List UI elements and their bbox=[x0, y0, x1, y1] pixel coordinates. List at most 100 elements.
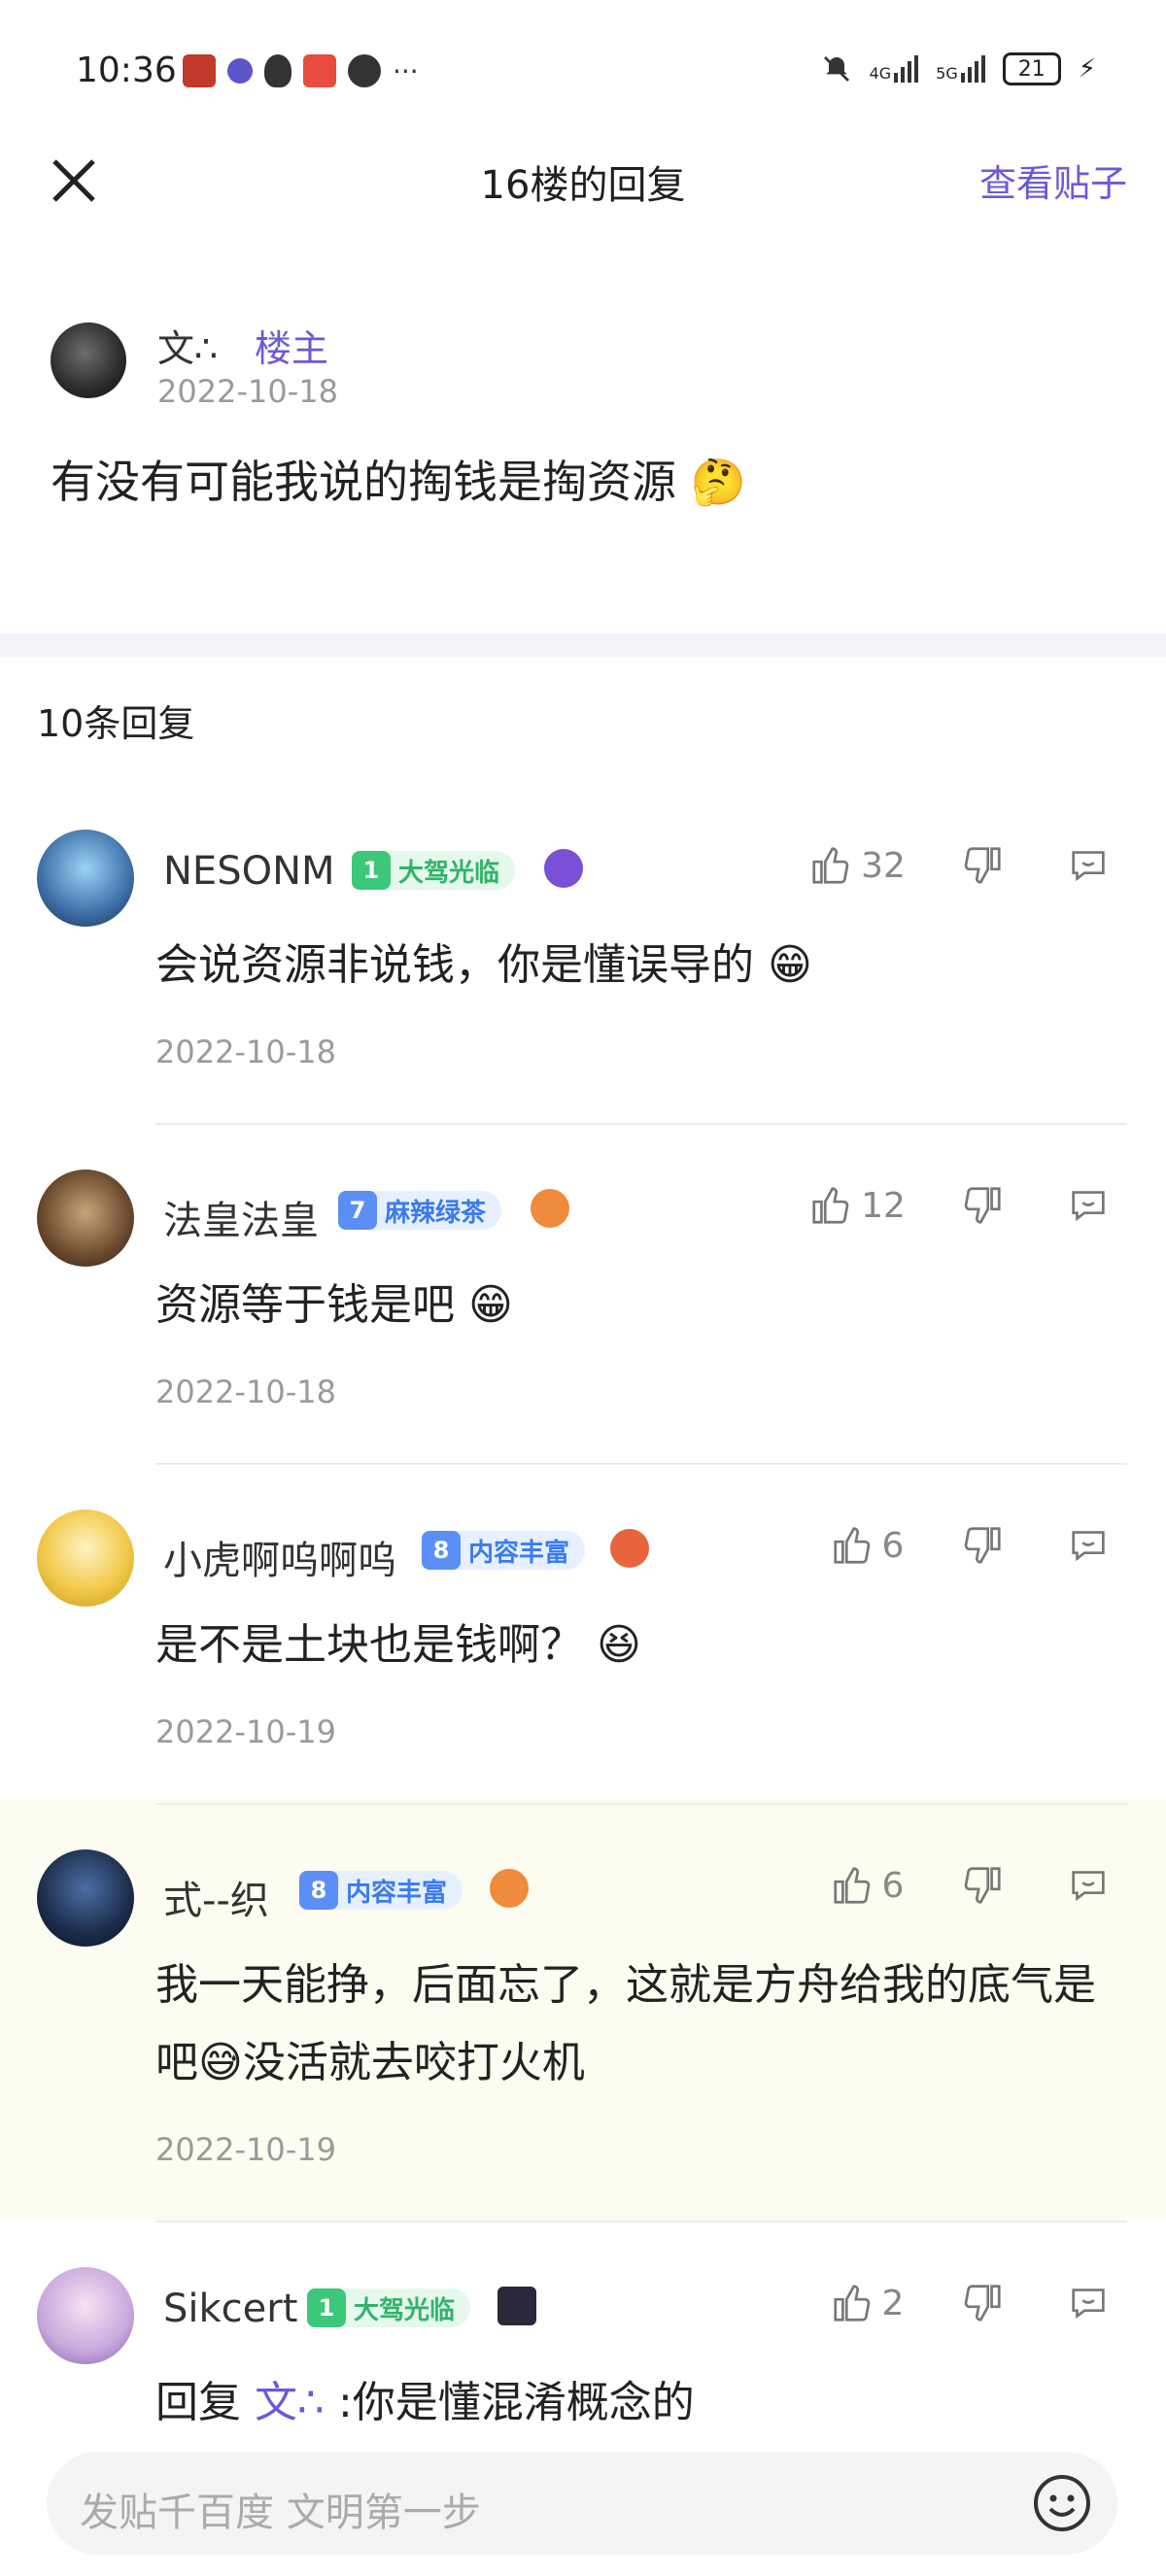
level-badge: 8 内容丰富 bbox=[422, 1531, 586, 1570]
comment-button[interactable] bbox=[1040, 1863, 1137, 1908]
reply-text: 会说资源非说钱，你是懂误导的 😁 bbox=[155, 940, 812, 990]
reply-author-name[interactable]: 法皇法皇 bbox=[163, 1189, 319, 1245]
reply-count: 10条回复 bbox=[37, 702, 195, 745]
reply-separator bbox=[155, 2220, 1127, 2222]
reply-actions: 2 bbox=[808, 2281, 1137, 2325]
avatar[interactable] bbox=[37, 1849, 134, 1947]
mute-icon bbox=[823, 56, 849, 82]
status-bar: 10:36 ··· 4G 5G 21 ⚡ bbox=[0, 0, 1166, 146]
reply-separator bbox=[155, 1123, 1127, 1125]
charging-icon: ⚡ bbox=[1078, 54, 1096, 84]
avatar[interactable] bbox=[37, 830, 134, 927]
medal-icon bbox=[610, 1529, 649, 1568]
reply-prefix: 回复 bbox=[155, 2378, 255, 2427]
like-button[interactable]: 32 bbox=[789, 843, 925, 888]
view-post-link[interactable]: 查看贴子 bbox=[979, 153, 1127, 207]
app-notification-icon bbox=[183, 54, 216, 87]
like-button[interactable]: 2 bbox=[808, 2281, 925, 2325]
dislike-button[interactable] bbox=[925, 1523, 1040, 1568]
level-badge: 7 麻辣绿茶 bbox=[338, 1191, 502, 1230]
like-count: 2 bbox=[881, 2283, 905, 2323]
reply-text: 资源等于钱是吧 😁 bbox=[155, 1280, 513, 1330]
reply-separator bbox=[155, 1803, 1127, 1805]
reply-text: 是不是土块也是钱啊？ 😆 bbox=[155, 1620, 641, 1670]
author-name[interactable]: 文∴ bbox=[157, 319, 218, 372]
battery-indicator: 21 bbox=[1002, 52, 1061, 85]
comment-icon bbox=[1072, 1191, 1105, 1222]
thumbs-up-icon bbox=[833, 1527, 870, 1564]
reply-date: 2022-10-19 bbox=[155, 1713, 336, 1750]
comment-button[interactable] bbox=[1040, 2281, 1137, 2325]
thumbs-down-icon bbox=[964, 1867, 1001, 1904]
comment-input-bar: 发贴千百度 文明第一步 bbox=[0, 2428, 1166, 2576]
qq-icon bbox=[264, 54, 292, 87]
dislike-button[interactable] bbox=[925, 1183, 1040, 1228]
dislike-button[interactable] bbox=[925, 843, 1040, 888]
dislike-button[interactable] bbox=[925, 2281, 1040, 2325]
comment-button[interactable] bbox=[1040, 843, 1137, 888]
system-icons: 4G 5G 21 ⚡ bbox=[821, 52, 1096, 85]
thumbs-up-icon bbox=[833, 2285, 870, 2322]
comment-icon bbox=[1072, 1871, 1105, 1902]
more-notifications-icon: ··· bbox=[393, 54, 419, 87]
post-date: 2022-10-18 bbox=[157, 373, 338, 410]
reply-date: 2022-10-19 bbox=[155, 2131, 336, 2168]
like-count: 32 bbox=[861, 845, 906, 886]
status-time: 10:36 bbox=[76, 51, 177, 90]
post-text: 有没有可能我说的掏钱是掏资源 🤔 bbox=[51, 456, 746, 508]
reply-actions: 12 bbox=[789, 1183, 1137, 1228]
like-count: 6 bbox=[881, 1865, 905, 1906]
dislike-button[interactable] bbox=[925, 1863, 1040, 1908]
reply-actions: 6 bbox=[808, 1863, 1137, 1908]
level-badge: 1 大驾光临 bbox=[352, 851, 516, 890]
like-button[interactable]: 6 bbox=[808, 1863, 925, 1908]
like-count: 12 bbox=[861, 1185, 906, 1226]
reply-actions: 32 bbox=[789, 843, 1137, 888]
medal-icon bbox=[531, 1189, 569, 1228]
notification-icons: ··· bbox=[183, 54, 419, 87]
reply-author-name[interactable]: NESONM bbox=[163, 849, 335, 894]
avatar[interactable] bbox=[37, 1509, 134, 1607]
section-divider bbox=[0, 633, 1166, 657]
reply-author-name[interactable]: 式--织 bbox=[163, 1869, 269, 1925]
title-bar: 16楼的回复 查看贴子 bbox=[0, 136, 1166, 233]
avatar[interactable] bbox=[51, 322, 126, 398]
emoji-button[interactable] bbox=[1032, 2473, 1092, 2533]
avatar[interactable] bbox=[37, 2267, 134, 2364]
reply-text: 我一天能挣，后面忘了，这就是方舟给我的底气是吧😅没活就去咬打火机 bbox=[155, 1960, 1096, 2087]
medal-icon bbox=[497, 2287, 536, 2325]
comment-button[interactable] bbox=[1040, 1183, 1137, 1228]
emoji-icon bbox=[1034, 2475, 1090, 2531]
medal-icon bbox=[490, 1869, 529, 1908]
input-placeholder: 发贴千百度 文明第一步 bbox=[80, 2491, 481, 2535]
reply-date: 2022-10-18 bbox=[155, 1034, 336, 1070]
level-badge: 1 大驾光临 bbox=[307, 2288, 471, 2327]
level-badge: 8 内容丰富 bbox=[299, 1871, 463, 1910]
message-icon bbox=[348, 54, 381, 87]
mention-link[interactable]: 文∴ bbox=[255, 2378, 325, 2427]
tieba-icon bbox=[227, 58, 253, 84]
comment-icon bbox=[1072, 851, 1105, 882]
comment-input[interactable]: 发贴千百度 文明第一步 bbox=[47, 2452, 1117, 2555]
reply-date: 2022-10-18 bbox=[155, 1373, 336, 1410]
medal-icon bbox=[544, 849, 583, 888]
thumbs-down-icon bbox=[964, 1187, 1001, 1224]
like-button[interactable]: 12 bbox=[789, 1183, 925, 1228]
signal-5g-icon: 5G bbox=[936, 55, 985, 83]
like-count: 6 bbox=[881, 1525, 905, 1566]
thumbs-up-icon bbox=[812, 1187, 849, 1224]
reply-author-name[interactable]: 小虎啊呜啊呜 bbox=[163, 1529, 396, 1585]
book-app-icon bbox=[303, 54, 336, 87]
reply-author-name[interactable]: Sikcert bbox=[163, 2287, 297, 2331]
reply-actions: 6 bbox=[808, 1523, 1137, 1568]
thumbs-down-icon bbox=[964, 1527, 1001, 1564]
comment-icon bbox=[1072, 1531, 1105, 1562]
comment-button[interactable] bbox=[1040, 1523, 1137, 1568]
like-button[interactable]: 6 bbox=[808, 1523, 925, 1568]
thumbs-up-icon bbox=[833, 1867, 870, 1904]
thumbs-up-icon bbox=[812, 847, 849, 884]
avatar[interactable] bbox=[37, 1169, 134, 1267]
signal-4g-icon: 4G bbox=[870, 55, 919, 83]
op-tag: 楼主 bbox=[255, 327, 329, 370]
reply-separator bbox=[155, 1463, 1127, 1465]
